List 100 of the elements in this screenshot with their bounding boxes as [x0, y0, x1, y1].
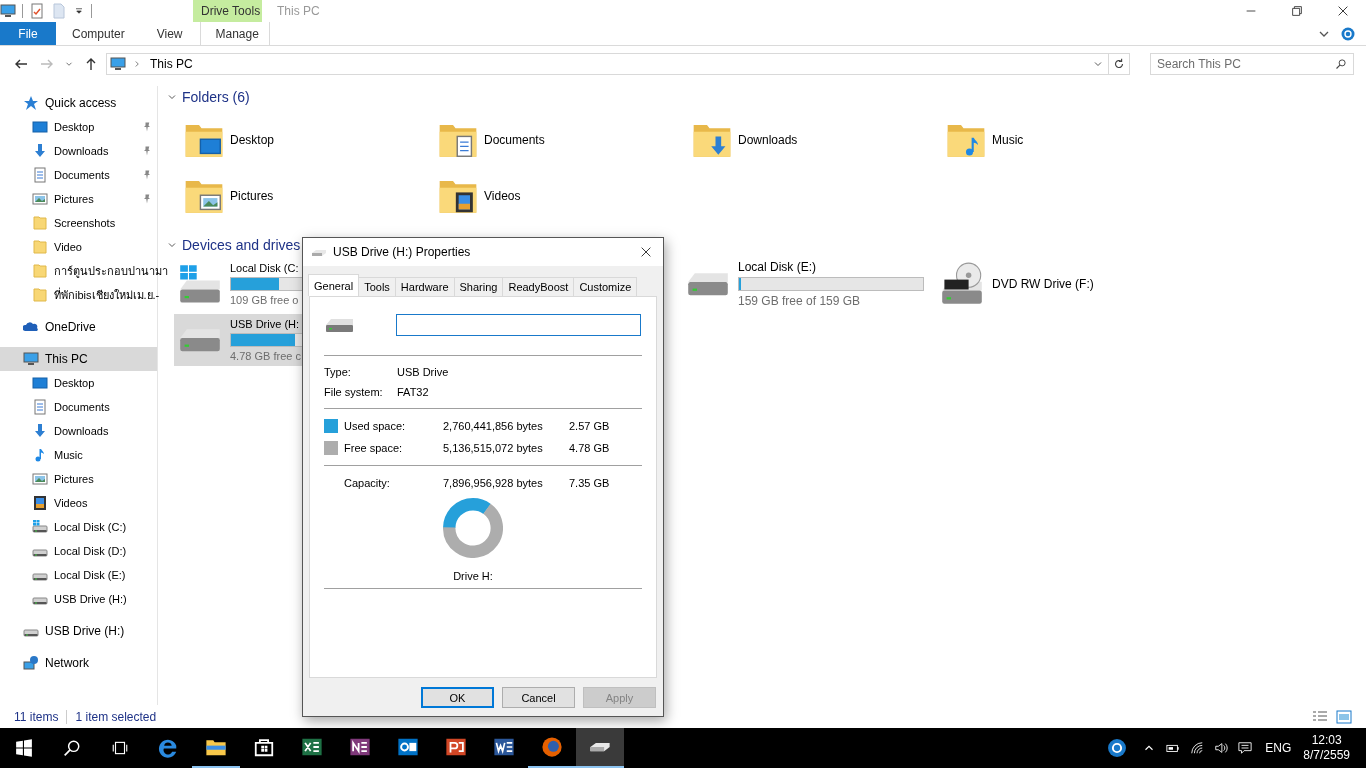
clock-time[interactable]: 12:03	[1311, 733, 1342, 748]
property-value: USB Drive	[397, 366, 449, 378]
dialog-tab[interactable]: Sharing	[453, 277, 504, 296]
sidebar-icon	[23, 95, 39, 111]
sidebar-icon	[23, 655, 39, 671]
refresh-icon[interactable]	[1109, 53, 1130, 75]
drive-label: Drive H:	[452, 570, 494, 582]
sidebar-icon	[32, 375, 48, 391]
sidebar-icon	[32, 191, 48, 207]
customize-icon[interactable]	[73, 5, 85, 17]
drive-icon	[940, 262, 984, 306]
drive-name: Local Disk (C:	[230, 262, 299, 274]
sidebar-item[interactable]: Pictures	[0, 187, 157, 211]
sidebar-icon	[32, 215, 48, 231]
free-space-text: 159 GB free of 159 GB	[738, 294, 861, 308]
sidebar-item[interactable]: Videos	[0, 491, 157, 515]
sidebar-item[interactable]: Network	[0, 651, 157, 675]
sidebar-item[interactable]: Downloads	[0, 139, 157, 163]
address-field[interactable]: This PC	[106, 53, 1109, 75]
sidebar-item[interactable]: Quick access	[0, 91, 157, 115]
excel-icon	[301, 736, 323, 758]
sidebar-icon	[32, 239, 48, 255]
sidebar-icon	[32, 423, 48, 439]
taskbar-app[interactable]	[576, 728, 624, 768]
ribbon-tab[interactable]: Computer	[58, 22, 139, 45]
sidebar-item[interactable]: Documents	[0, 395, 157, 419]
dialog-button[interactable]: OK	[421, 687, 494, 708]
sidebar-icon	[32, 263, 48, 279]
drive-tile[interactable]: Local Disk (E:) 159 GB free of 159 GB	[682, 258, 936, 310]
sidebar-item[interactable]: Downloads	[0, 419, 157, 443]
dialog-tab[interactable]: Customize	[573, 277, 638, 296]
property-label: Type:	[324, 366, 352, 378]
drive-icon	[686, 270, 730, 298]
sidebar-item[interactable]: USB Drive (H:)	[0, 619, 157, 643]
sidebar-icon	[32, 167, 48, 183]
search-icon[interactable]	[1335, 58, 1347, 70]
space-label: Capacity:	[344, 477, 391, 489]
sidebar-item[interactable]: This PC	[0, 347, 157, 371]
sidebar-item[interactable]: Local Disk (D:)	[0, 539, 157, 563]
store-icon	[253, 736, 275, 758]
computer-icon	[110, 56, 126, 72]
property-label: File system:	[324, 386, 384, 398]
sidebar-item[interactable]: USB Drive (H:)	[0, 587, 157, 611]
context-header: Drive Tools	[193, 0, 262, 22]
space-bytes: 2,760,441,856 bytes	[443, 420, 544, 432]
section-title: Folders (6)	[182, 89, 250, 105]
property-value: FAT32	[397, 386, 429, 398]
sidebar-item[interactable]: Screenshots	[0, 211, 157, 235]
computer-icon	[0, 3, 16, 19]
sidebar-icon	[23, 351, 39, 367]
sidebar-item[interactable]: Video	[0, 235, 157, 259]
sidebar-item[interactable]: Local Disk (E:)	[0, 563, 157, 587]
free-space-text: 4.78 GB free c	[230, 350, 301, 362]
sidebar-item[interactable]: Desktop	[0, 371, 157, 395]
folder-tile[interactable]: Documents	[438, 116, 692, 164]
dialog-title: USB Drive (H:) Properties	[333, 245, 471, 259]
sidebar-item[interactable]: Desktop	[0, 115, 157, 139]
sidebar-item[interactable]: Local Disk (C:)	[0, 515, 157, 539]
onenote-icon	[349, 736, 371, 758]
drive-icon	[178, 263, 222, 305]
search-input[interactable]: Search This PC	[1151, 57, 1335, 71]
sidebar-item[interactable]: OneDrive	[0, 315, 157, 339]
sidebar-icon	[32, 495, 48, 511]
clock-date[interactable]: 8/7/2559	[1303, 748, 1350, 763]
powerpoint-icon	[445, 736, 467, 758]
folder-tile[interactable]: Music	[946, 116, 1200, 164]
sidebar-item[interactable]: Music	[0, 443, 157, 467]
drive-name: USB Drive (H:	[230, 318, 300, 330]
ribbon-tab[interactable]: Manage	[200, 22, 271, 45]
window-title: This PC	[277, 4, 320, 18]
ribbon-tab[interactable]: View	[142, 22, 197, 45]
sidebar-item[interactable]: การ์ตูนประกอบปานามา	[0, 259, 168, 283]
drive-icon	[589, 742, 611, 752]
sidebar-item[interactable]: Documents	[0, 163, 157, 187]
space-label: Free space:	[344, 442, 404, 454]
dialog-tab[interactable]: ReadyBoost	[502, 277, 575, 296]
sidebar-item[interactable]: ที่พักibisเชียงใหม่เม.ย.-	[0, 283, 160, 307]
sidebar-icon	[32, 519, 48, 535]
drive-name: Local Disk (E:)	[738, 260, 817, 274]
dialog-button[interactable]: Cancel	[502, 687, 575, 708]
space-size: 2.57 GB	[569, 420, 610, 432]
sidebar-item[interactable]: Pictures	[0, 467, 157, 491]
item-count: 11 items	[14, 709, 59, 724]
drive-icon	[178, 326, 222, 354]
properties-icon[interactable]	[29, 3, 45, 19]
sidebar-icon	[32, 471, 48, 487]
space-label: Used space:	[344, 420, 407, 432]
name-field[interactable]	[396, 314, 641, 336]
sidebar-icon	[32, 287, 48, 303]
word-icon	[493, 736, 515, 758]
language-indicator[interactable]: ENG	[1265, 741, 1292, 755]
drive-tile[interactable]: DVD RW Drive (F:)	[936, 258, 1190, 310]
ribbon-tab[interactable]: File	[0, 22, 56, 45]
dialog-tab[interactable]: General	[308, 274, 360, 296]
folder-tile[interactable]: Pictures	[184, 172, 438, 220]
section-title: Devices and drives	[182, 237, 301, 253]
folder-tile[interactable]: Desktop	[184, 116, 438, 164]
folder-tile[interactable]: Downloads	[692, 116, 946, 164]
folder-tile[interactable]: Videos	[438, 172, 692, 220]
search-field[interactable]: Search This PC	[1150, 53, 1354, 75]
